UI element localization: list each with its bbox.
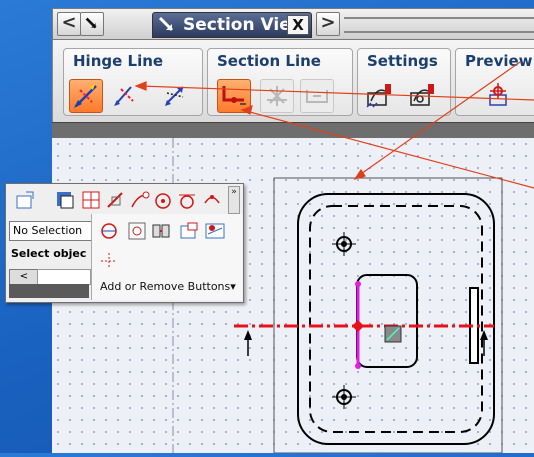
selection-filter-dropdown[interactable]: No Selection [9,221,94,241]
scroll-left-button[interactable]: < [9,269,39,285]
select-arc-center-icon[interactable] [152,189,174,211]
select-intersection-icon[interactable] [150,220,172,242]
toolbar-overflow-button[interactable]: » [228,186,240,214]
select-face-icon[interactable] [178,220,200,242]
select-existing-point-icon[interactable] [126,220,148,242]
add-remove-buttons-menu[interactable]: Add or Remove Buttons▾ [100,280,236,293]
select-point-on-curve-icon[interactable] [204,220,226,242]
annotation-arrow-hinge [139,85,534,101]
select-midpoint-icon[interactable] [98,220,120,242]
select-endpoint-icon[interactable] [128,189,150,211]
chevron-down-icon: ▾ [230,280,236,293]
filter-icon[interactable] [14,189,36,211]
select-tangent-icon[interactable] [176,189,198,211]
select-components-icon[interactable] [80,189,102,211]
select-quadrant-icon[interactable] [201,189,223,211]
status-field [37,269,91,285]
select-view-icon[interactable] [54,189,76,211]
point-constructor-icon[interactable] [98,250,120,272]
more-buttons-panel: Add or Remove Buttons▾ [91,214,242,300]
add-remove-label: Add or Remove Buttons [100,280,231,293]
select-curve-icon[interactable] [104,189,126,211]
select-object-prompt: Select objec [11,247,87,260]
selection-toolbar-icons: » [6,184,243,216]
annotation-arrow-boundary [357,61,521,177]
annotation-arrow-location [245,110,534,189]
status-bar [9,284,89,298]
selection-toolbar: » No Selection Select objec < Add or Rem… [5,183,244,303]
